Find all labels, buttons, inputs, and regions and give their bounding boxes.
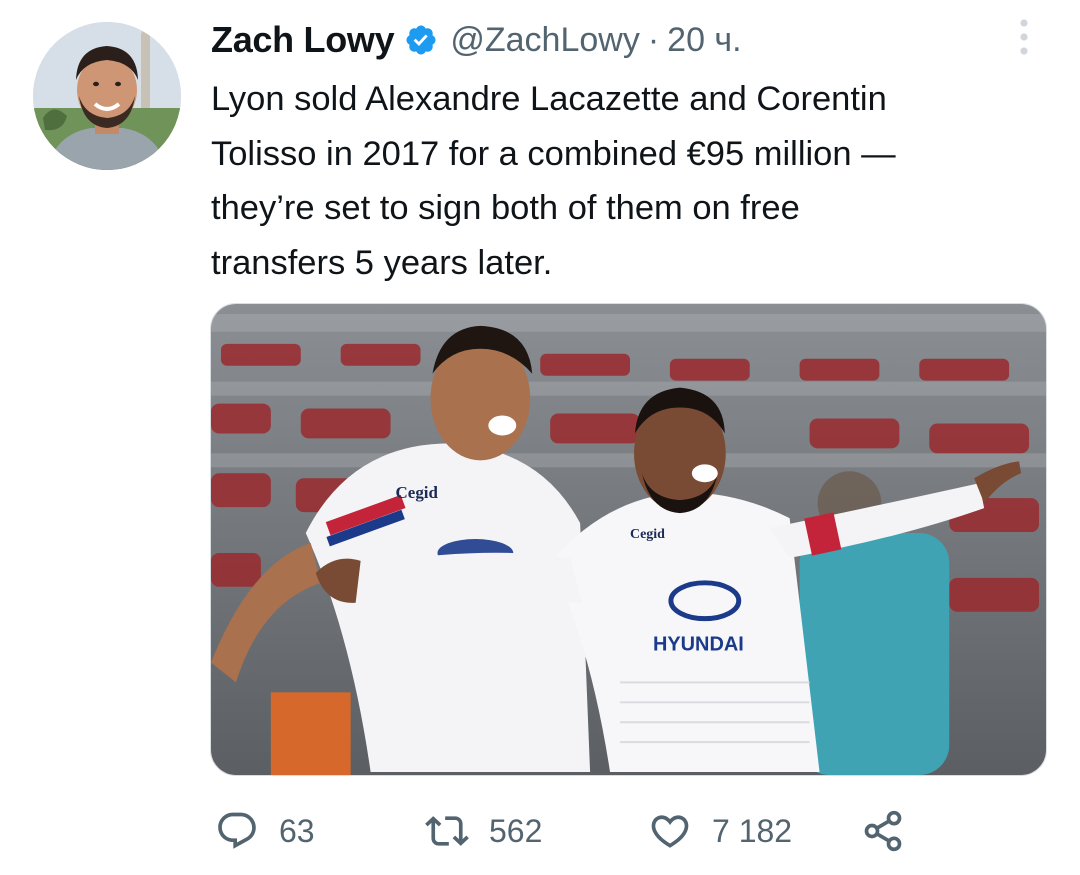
tweet-text: Lyon sold Alexandre Lacazette and Corent… (211, 72, 1051, 290)
share-icon (864, 810, 902, 852)
avatar-photo (33, 22, 181, 170)
tweet-timestamp[interactable]: 20 ч. (667, 21, 741, 60)
tweet-header: Zach Lowy @ZachLowy · 20 ч. (211, 14, 742, 66)
tweet-text-line: transfers 5 years later. (211, 243, 553, 282)
like-count: 7 182 (712, 812, 793, 849)
tweet-text-line: they’re set to sign both of them on free (211, 189, 800, 227)
like-button[interactable]: 7 182 (648, 805, 792, 857)
shirt-text-cegid-2: Cegid (630, 527, 665, 542)
tweet-text-line: Tolisso in 2017 for a combined €95 milli… (211, 134, 896, 173)
author-display-name[interactable]: Zach Lowy (211, 19, 395, 61)
photo-two-lyon-players-celebrating: Cegid Cegid HYUNDAI (211, 304, 1046, 775)
retweet-count: 562 (489, 812, 543, 849)
heart-icon (651, 815, 689, 848)
reply-count: 63 (279, 812, 315, 849)
shirt-sponsor-text: HYUNDAI (653, 634, 744, 656)
shirt-text-cegid: Cegid (396, 483, 439, 502)
more-options-icon[interactable] (1012, 16, 1036, 58)
tweet-media-photo[interactable]: Cegid Cegid HYUNDAI (210, 303, 1047, 776)
author-handle[interactable]: @ZachLowy (450, 21, 639, 60)
reply-icon (218, 812, 256, 849)
retweet-icon (425, 816, 469, 846)
retweet-button[interactable]: 562 (425, 805, 542, 857)
share-button[interactable] (861, 805, 905, 857)
verified-badge-icon (404, 23, 438, 57)
tweet-text-line: Lyon sold Alexandre Lacazette and Corent… (211, 80, 887, 118)
separator-dot: · (647, 20, 660, 59)
reply-button[interactable]: 63 (215, 805, 315, 857)
avatar[interactable] (33, 22, 181, 170)
